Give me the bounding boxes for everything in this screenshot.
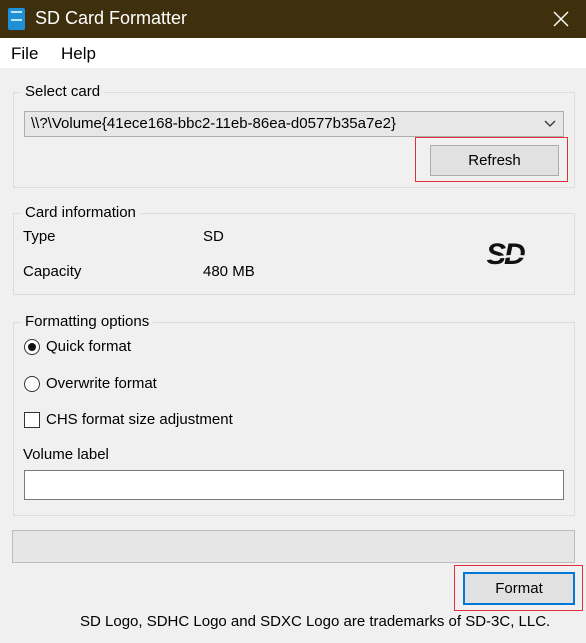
title-bar: SD Card Formatter: [0, 0, 586, 38]
quick-format-radio[interactable]: [24, 339, 40, 355]
overwrite-format-label[interactable]: Overwrite format: [46, 375, 157, 392]
window-title: SD Card Formatter: [35, 8, 188, 28]
menu-help[interactable]: Help: [61, 44, 96, 64]
menu-bar: File Help: [0, 38, 586, 68]
chs-adjustment-label[interactable]: CHS format size adjustment: [46, 411, 233, 428]
quick-format-label[interactable]: Quick format: [46, 338, 131, 355]
svg-text:SD: SD: [486, 238, 525, 270]
capacity-value: 480 MB: [203, 263, 255, 280]
chevron-down-icon: [544, 120, 556, 127]
chs-adjustment-checkbox[interactable]: [24, 412, 40, 428]
format-button[interactable]: Format: [463, 572, 575, 605]
overwrite-format-radio[interactable]: [24, 376, 40, 392]
volume-label-input[interactable]: [24, 470, 564, 500]
type-value: SD: [203, 228, 224, 245]
menu-file[interactable]: File: [11, 44, 38, 64]
volume-label-caption: Volume label: [23, 446, 109, 463]
refresh-button[interactable]: Refresh: [430, 145, 559, 176]
app-sd-card-icon: [8, 8, 25, 30]
capacity-label: Capacity: [23, 263, 82, 280]
close-icon[interactable]: [548, 4, 574, 34]
formatting-options-label: Formatting options: [21, 312, 154, 332]
type-label: Type: [23, 228, 56, 245]
trademark-notice: SD Logo, SDHC Logo and SDXC Logo are tra…: [80, 613, 551, 630]
select-card-label: Select card: [21, 82, 105, 102]
sd-logo-icon: SD: [485, 238, 551, 270]
card-information-label: Card information: [21, 203, 140, 223]
format-progress-bar: [12, 530, 575, 563]
card-select-value: \\?\Volume{41ece168-bbc2-11eb-86ea-d0577…: [31, 115, 397, 132]
card-select-dropdown[interactable]: \\?\Volume{41ece168-bbc2-11eb-86ea-d0577…: [24, 111, 564, 137]
